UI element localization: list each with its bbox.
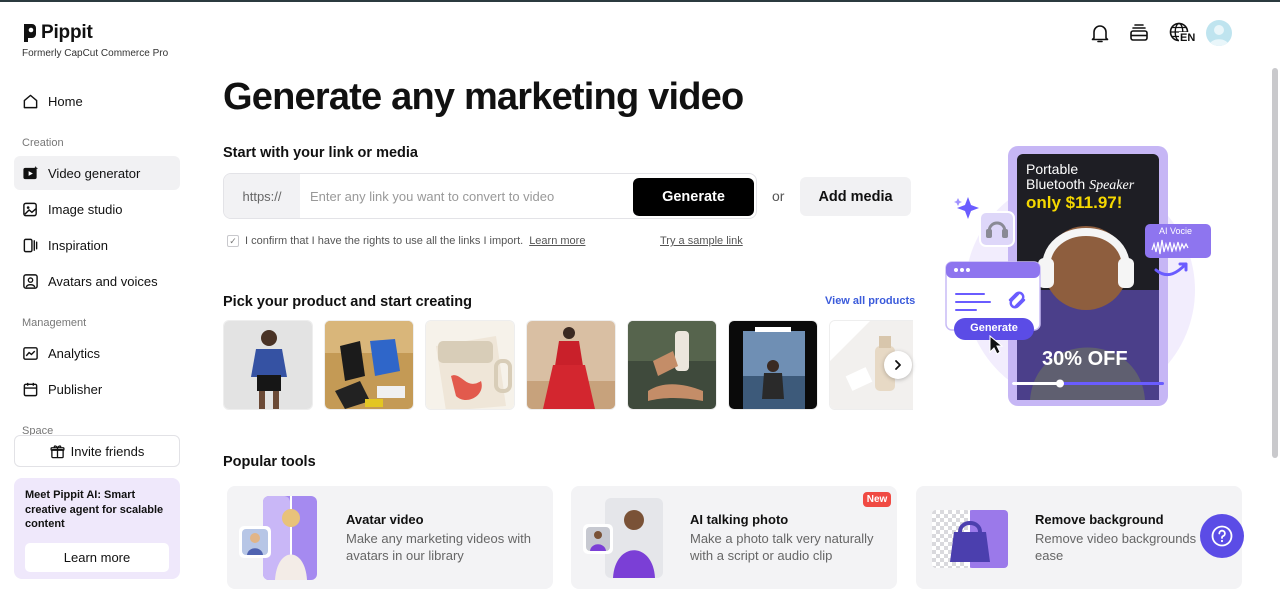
product-thumb[interactable] [728, 320, 818, 410]
link-bar: https:// Generate [223, 173, 757, 219]
product-image [325, 321, 413, 409]
notification-bell-icon[interactable] [1089, 22, 1111, 44]
product-image [628, 321, 716, 409]
view-all-products-link[interactable]: View all products [825, 295, 915, 307]
avatar-icon [23, 273, 38, 289]
new-badge: New [863, 492, 891, 507]
confirm-text: I confirm that I have the rights to use … [245, 235, 524, 247]
confirm-learn-more-link[interactable]: Learn more [529, 235, 585, 247]
chevron-right-icon [895, 360, 901, 370]
stack-icon[interactable] [1128, 22, 1150, 44]
add-media-button[interactable]: Add media [800, 177, 911, 216]
product-image [729, 321, 817, 409]
sidebar-item-label: Avatars and voices [48, 273, 158, 289]
carousel-next-button[interactable] [884, 351, 912, 379]
sidebar-item-image-studio[interactable]: Image studio [14, 192, 180, 226]
home-icon [23, 94, 38, 108]
promo-text: Meet Pippit AI: Smart creative agent for… [25, 489, 164, 530]
image-icon [23, 202, 37, 216]
pippit-logo-icon [24, 24, 36, 42]
hero-price: only $11.97! [1026, 193, 1123, 212]
product-thumb[interactable] [627, 320, 717, 410]
page-title: Generate any marketing video [223, 76, 744, 118]
tool-title: Remove background [1035, 512, 1164, 527]
product-image [426, 321, 514, 409]
tool-title: Avatar video [346, 512, 424, 527]
brand-subtitle: Formerly CapCut Commerce Pro [22, 48, 169, 59]
avatar-video-thumbnail [239, 496, 317, 580]
hero-illustration: Portable Bluetooth Speaker only $11.97! … [940, 140, 1220, 420]
help-button[interactable] [1200, 514, 1244, 558]
hero-product-word-italic: Speaker [1089, 178, 1135, 193]
link-input[interactable] [310, 174, 630, 218]
sidebar-item-video-generator[interactable]: Video generator [14, 156, 180, 190]
sidebar-item-home[interactable]: Home [14, 84, 180, 118]
tool-title: AI talking photo [690, 512, 789, 527]
invite-friends-button[interactable]: Invite friends [14, 435, 180, 467]
promo-card: Meet Pippit AI: Smart creative agent for… [14, 478, 180, 579]
tool-card-avatar-video[interactable]: Avatar video Make any marketing videos w… [227, 486, 553, 589]
product-thumb[interactable] [526, 320, 616, 410]
sidebar-item-analytics[interactable]: Analytics [14, 336, 180, 370]
tool-card-remove-background[interactable]: Remove background Remove video backgroun… [916, 486, 1242, 589]
product-thumb[interactable] [324, 320, 414, 410]
confirm-row: ✓ I confirm that I have the rights to us… [227, 235, 585, 247]
logo[interactable]: Pippit [22, 22, 93, 44]
video-generator-icon [23, 165, 39, 179]
help-icon [1211, 525, 1233, 547]
learn-more-button[interactable]: Learn more [25, 543, 169, 572]
or-separator: or [772, 188, 785, 204]
language-label: EN [1179, 32, 1197, 44]
calendar-icon [23, 382, 38, 396]
sidebar-item-avatars-voices[interactable]: Avatars and voices [14, 264, 180, 298]
hero-generate-label: Generate [970, 322, 1018, 334]
tool-card-ai-talking-photo[interactable]: AI talking photo Make a photo talk very … [571, 486, 897, 589]
hero-product-line2: Bluetooth Speaker [1026, 176, 1134, 194]
section-label-creation: Creation [22, 137, 64, 149]
sidebar-item-label: Video generator [48, 165, 141, 181]
hero-ai-voice-label: AI Vocie [1159, 226, 1193, 236]
sidebar-item-label: Inspiration [48, 237, 108, 253]
analytics-icon [23, 346, 38, 360]
tool-description: Remove video backgrounds ease [1035, 531, 1197, 563]
url-prefix: https:// [224, 174, 300, 218]
tool-description: Make a photo talk very naturally with a … [690, 531, 874, 563]
product-carousel [223, 320, 913, 410]
sidebar-item-label: Home [48, 93, 83, 109]
product-thumb[interactable] [223, 320, 313, 410]
sidebar-item-label: Publisher [48, 381, 103, 397]
link-heading: Start with your link or media [223, 145, 418, 161]
hero-product-word: Bluetooth [1026, 176, 1086, 192]
page-scrollbar[interactable] [1272, 68, 1278, 458]
section-label-management: Management [22, 317, 87, 329]
gift-icon [50, 444, 65, 458]
sidebar-item-inspiration[interactable]: Inspiration [14, 228, 180, 262]
product-image [527, 321, 615, 409]
tool-description: Make any marketing videos with avatars i… [346, 531, 531, 563]
hero-product-line1: Portable [1026, 161, 1079, 177]
sidebar-item-label: Image studio [48, 201, 123, 217]
sidebar-item-label: Analytics [48, 345, 101, 361]
hero-discount: 30% OFF [1042, 348, 1128, 370]
language-selector[interactable]: EN [1168, 21, 1198, 47]
sidebar-item-publisher[interactable]: Publisher [14, 372, 180, 406]
user-avatar[interactable] [1206, 20, 1232, 46]
product-thumb[interactable] [425, 320, 515, 410]
confirm-checkbox[interactable]: ✓ [227, 235, 239, 247]
generate-button[interactable]: Generate [633, 178, 754, 216]
brand-name: Pippit [41, 22, 93, 43]
inspiration-icon [23, 238, 38, 252]
try-sample-link[interactable]: Try a sample link [660, 235, 743, 247]
talking-photo-thumbnail [583, 498, 663, 578]
tools-heading: Popular tools [223, 454, 316, 470]
sidebar: Pippit Formerly CapCut Commerce Pro Home… [0, 0, 196, 593]
user-icon [1209, 25, 1229, 46]
products-heading: Pick your product and start creating [223, 294, 472, 310]
invite-friends-label: Invite friends [70, 443, 145, 459]
product-image [224, 321, 312, 409]
remove-background-thumbnail [932, 510, 1008, 568]
